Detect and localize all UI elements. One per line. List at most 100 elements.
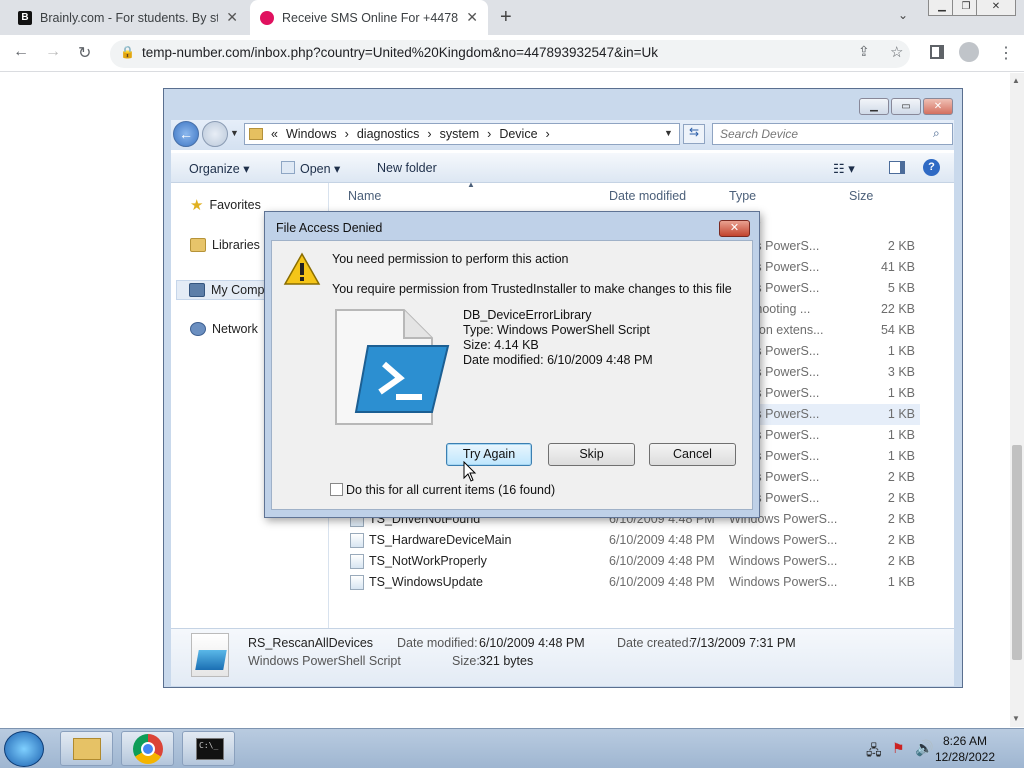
refresh-icon[interactable]: ⇆	[683, 124, 705, 144]
sidebar-item-label: Libraries	[212, 238, 260, 252]
new-tab-button[interactable]: +	[500, 6, 512, 29]
column-header-date[interactable]: Date modified	[609, 189, 686, 203]
taskbar-explorer-icon[interactable]	[60, 731, 113, 766]
organize-menu[interactable]: Organize ▾	[189, 161, 249, 176]
open-menu[interactable]: Open ▾	[300, 161, 340, 176]
help-icon[interactable]: ?	[923, 159, 940, 176]
scrollbar-thumb[interactable]	[1012, 445, 1022, 660]
back-arrow-icon[interactable]: ←	[13, 43, 29, 61]
browser-tab-receive-sms[interactable]: Receive SMS Online For +44789 ✕	[250, 0, 488, 35]
sidebar-item-libraries[interactable]: Libraries	[190, 238, 260, 252]
kebab-menu-icon[interactable]: ⋮	[998, 43, 1014, 63]
breadcrumb-separator[interactable]: ›	[427, 127, 431, 141]
explorer-command-bar: Organize ▾ Open ▾ New folder ☷ ▾ ?	[171, 153, 954, 183]
file-size-cell: 5 KB	[887, 281, 915, 295]
address-url-text[interactable]: temp-number.com/inbox.php?country=United…	[142, 45, 658, 60]
reload-icon[interactable]: ↻	[78, 43, 91, 63]
file-size-cell: 22 KB	[880, 302, 915, 316]
breadcrumb-diagnostics[interactable]: diagnostics	[357, 127, 420, 141]
search-input[interactable]: Search Device	[712, 123, 953, 145]
browser-tab-brainly[interactable]: B Brainly.com - For students. By stu ✕	[8, 0, 248, 35]
file-type-cell: Windows PowerS...	[729, 554, 838, 568]
taskbar-chrome-icon[interactable]	[121, 731, 174, 766]
close-tab-icon[interactable]: ✕	[466, 9, 478, 26]
details-created-value: 7/13/2009 7:31 PM	[690, 636, 796, 650]
file-date-cell: 6/10/2009 4:48 PM	[609, 554, 715, 568]
cancel-button[interactable]: Cancel	[649, 443, 736, 466]
bookmark-star-icon[interactable]: ☆	[890, 43, 903, 61]
script-file-icon	[350, 554, 364, 569]
apply-to-all-label[interactable]: Do this for all current items (16 found)	[346, 483, 555, 497]
dialog-file-type: Type: Windows PowerShell Script	[463, 323, 650, 337]
apply-to-all-checkbox[interactable]	[330, 483, 343, 496]
file-size-cell: 41 KB	[880, 260, 915, 274]
powershell-file-icon	[335, 309, 450, 425]
breadcrumb-overflow[interactable]: «	[271, 127, 278, 141]
forward-arrow-icon[interactable]: →	[45, 43, 61, 61]
details-file-type: Windows PowerShell Script	[248, 654, 401, 668]
column-header-type[interactable]: Type	[729, 189, 756, 203]
view-options-icon[interactable]: ☷ ▾	[833, 161, 855, 177]
folder-icon	[190, 238, 206, 252]
file-size-cell: 2 KB	[887, 554, 915, 568]
details-created-label: Date created:	[617, 636, 693, 650]
breadcrumb-system[interactable]: system	[440, 127, 480, 141]
breadcrumb[interactable]: « Windows › diagnostics › system › Devic…	[244, 123, 680, 145]
explorer-minimize-icon[interactable]: ▁	[859, 98, 889, 115]
skip-button[interactable]: Skip	[548, 443, 635, 466]
taskbar-cmd-icon[interactable]: C:\_	[182, 731, 235, 766]
explorer-back-icon[interactable]: ←	[173, 121, 199, 147]
breadcrumb-windows[interactable]: Windows	[286, 127, 337, 141]
profile-avatar-icon[interactable]	[959, 42, 979, 62]
open-icon	[281, 161, 295, 174]
details-size-value: 321 bytes	[479, 654, 534, 668]
tab-search-chevron-icon[interactable]: ⌄	[898, 8, 908, 22]
scroll-up-icon[interactable]: ▲	[1012, 76, 1020, 85]
table-row[interactable]: TS_WindowsUpdate 6/10/2009 4:48 PM Windows…	[330, 572, 920, 593]
tab-title: Brainly.com - For students. By stu	[40, 10, 219, 25]
dialog-close-icon[interactable]: ✕	[719, 220, 750, 237]
file-type-cell: Windows PowerS...	[729, 533, 838, 547]
column-header-size[interactable]: Size	[849, 189, 873, 203]
scroll-down-icon[interactable]: ▼	[1012, 714, 1020, 723]
column-header-name[interactable]: Name	[348, 189, 381, 203]
new-folder-button[interactable]: New folder	[377, 161, 437, 175]
sidebar-item-label: Network	[212, 322, 258, 336]
dialog-file-name: DB_DeviceErrorLibrary	[463, 308, 592, 322]
sidebar-item-my-computer[interactable]: My Comp	[176, 280, 266, 300]
explorer-forward-icon[interactable]	[202, 121, 228, 147]
file-name-cell: TS_NotWorkProperly	[369, 554, 487, 568]
lock-icon[interactable]: 🔒	[120, 45, 135, 59]
breadcrumb-device[interactable]: Device	[499, 127, 537, 141]
close-window-button[interactable]: ✕	[976, 0, 1016, 16]
side-panel-icon[interactable]	[930, 45, 944, 59]
share-icon[interactable]: ⇪	[858, 43, 870, 60]
start-button-icon[interactable]	[4, 731, 44, 767]
sidebar-item-network[interactable]: Network	[190, 322, 258, 336]
details-modified-label: Date modified:	[397, 636, 478, 650]
explorer-maximize-icon[interactable]: ▭	[891, 98, 921, 115]
mouse-cursor-icon	[463, 461, 477, 482]
breadcrumb-separator[interactable]: ›	[546, 127, 550, 141]
close-tab-icon[interactable]: ✕	[226, 9, 238, 26]
breadcrumb-separator[interactable]: ›	[487, 127, 491, 141]
preview-pane-icon[interactable]	[889, 161, 905, 174]
address-dropdown-icon[interactable]: ▼	[664, 128, 673, 138]
network-tray-icon[interactable]: 🖧	[866, 740, 882, 764]
try-again-button[interactable]: Try Again	[446, 443, 532, 466]
dialog-message: You require permission from TrustedInsta…	[332, 282, 732, 296]
file-size-cell: 1 KB	[887, 344, 915, 358]
explorer-close-icon[interactable]: ✕	[923, 98, 953, 115]
table-row[interactable]: TS_HardwareDeviceMain 6/10/2009 4:48 PM Wi…	[330, 530, 920, 551]
dialog-title: File Access Denied	[276, 221, 383, 235]
star-icon: ★	[190, 197, 204, 214]
breadcrumb-separator[interactable]: ›	[345, 127, 349, 141]
taskbar-clock[interactable]: 8:26 AM 12/28/2022	[930, 733, 1000, 765]
dialog-heading: You need permission to perform this acti…	[332, 252, 569, 266]
file-size-cell: 1 KB	[887, 575, 915, 589]
action-center-tray-icon[interactable]: ⚑	[892, 740, 905, 757]
sidebar-item-favorites[interactable]: ★ Favorites	[190, 196, 261, 214]
recent-pages-chevron-icon[interactable]: ▼	[230, 128, 239, 138]
file-size-cell: 2 KB	[887, 512, 915, 526]
table-row[interactable]: TS_NotWorkProperly 6/10/2009 4:48 PM Windo…	[330, 551, 920, 572]
